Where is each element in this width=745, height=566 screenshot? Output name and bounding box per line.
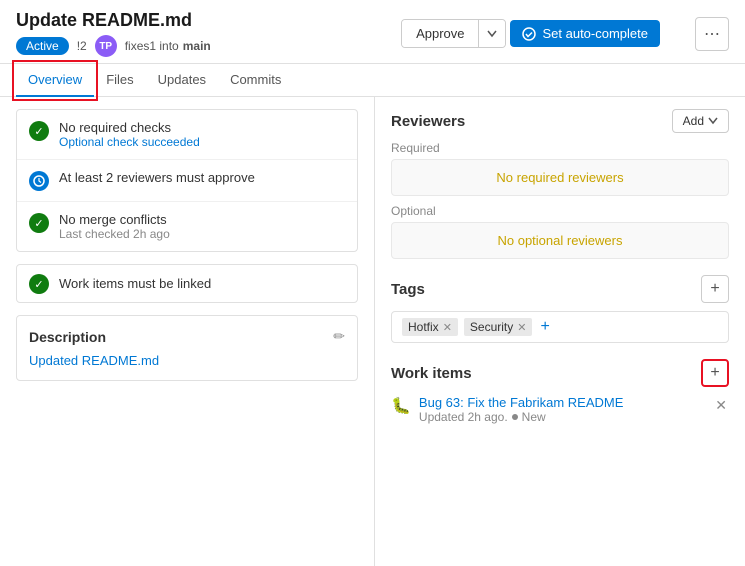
work-items-header: Work items + xyxy=(391,359,729,387)
header-actions: Approve Set auto-complete ⋯ xyxy=(401,17,729,51)
check-text: No required checks Optional check succee… xyxy=(59,120,200,149)
check-text: At least 2 reviewers must approve xyxy=(59,170,255,185)
tag-security-label: Security xyxy=(470,320,513,334)
chevron-down-icon xyxy=(673,30,683,38)
tag-inline-add-button[interactable]: + xyxy=(538,318,551,336)
autocomplete-icon xyxy=(522,27,536,41)
header-meta: Active !2 TP fixes1 into main xyxy=(16,35,211,57)
comment-count: !2 xyxy=(77,39,87,53)
check-main-text: No required checks xyxy=(59,120,200,135)
description-title: Description xyxy=(29,329,106,345)
status-badge: Active xyxy=(16,37,69,55)
chevron-down-icon xyxy=(708,117,718,125)
check-reviewers: At least 2 reviewers must approve xyxy=(17,160,357,202)
work-item-details: Bug 63: Fix the Fabrikam README Updated … xyxy=(419,395,623,424)
left-panel: ✓ No required checks Optional check succ… xyxy=(0,97,375,566)
fixes-text: fixes1 into main xyxy=(125,39,211,53)
optional-label: Optional xyxy=(391,204,729,218)
tags-title: Tags xyxy=(391,281,425,298)
check-work-items-linked: ✓ Work items must be linked xyxy=(16,264,358,303)
work-item-sub: Updated 2h ago. New xyxy=(419,410,623,424)
tabs-bar: Overview Files Updates Commits xyxy=(0,64,745,97)
page-header: Update README.md Active !2 TP fixes1 int… xyxy=(0,0,745,64)
tag-hotfix: Hotfix ✕ xyxy=(402,318,458,336)
check-text: No merge conflicts Last checked 2h ago xyxy=(59,212,170,241)
check-main-text: At least 2 reviewers must approve xyxy=(59,170,255,185)
work-item-info: 🐛 Bug 63: Fix the Fabrikam README Update… xyxy=(391,395,623,424)
approve-dropdown-button[interactable] xyxy=(479,20,505,47)
tag-security: Security ✕ xyxy=(464,318,533,336)
chevron-down-icon xyxy=(487,30,497,38)
description-card: Description ✏ Updated README.md xyxy=(16,315,358,381)
tab-updates[interactable]: Updates xyxy=(146,64,218,97)
autocomplete-button-group[interactable]: Set auto-complete xyxy=(510,20,660,47)
right-panel: Reviewers Add Required No required revie… xyxy=(375,97,745,566)
check-merge-conflicts: ✓ No merge conflicts Last checked 2h ago xyxy=(17,202,357,251)
description-content: Updated README.md xyxy=(29,353,345,368)
add-work-item-button[interactable]: + xyxy=(701,359,729,387)
work-item-remove-button[interactable]: ✕ xyxy=(713,395,729,416)
tags-container: Hotfix ✕ Security ✕ + xyxy=(391,311,729,343)
clock-icon xyxy=(33,175,45,187)
work-item-title: Bug 63: Fix the Fabrikam README xyxy=(419,395,623,410)
approve-button[interactable]: Approve xyxy=(402,20,479,47)
pending-icon xyxy=(29,171,49,191)
tab-commits[interactable]: Commits xyxy=(218,64,293,97)
status-dot xyxy=(512,414,518,420)
tag-hotfix-label: Hotfix xyxy=(408,320,439,334)
add-reviewer-button[interactable]: Add xyxy=(672,109,729,133)
header-left: Update README.md Active !2 TP fixes1 int… xyxy=(16,10,211,57)
optional-reviewers-empty: No optional reviewers xyxy=(391,222,729,259)
check-required-checks: ✓ No required checks Optional check succ… xyxy=(17,110,357,160)
required-reviewers-empty: No required reviewers xyxy=(391,159,729,196)
description-header: Description ✏ xyxy=(29,328,345,345)
check-sub-text: Optional check succeeded xyxy=(59,135,200,149)
bug-icon: 🐛 xyxy=(391,396,411,416)
work-item-row: 🐛 Bug 63: Fix the Fabrikam README Update… xyxy=(391,395,729,424)
tag-hotfix-remove[interactable]: ✕ xyxy=(443,321,452,334)
work-items-section: Work items + 🐛 Bug 63: Fix the Fabrikam … xyxy=(391,359,729,424)
check-linked-text: Work items must be linked xyxy=(59,276,211,291)
success-icon: ✓ xyxy=(29,121,49,141)
checks-card: ✓ No required checks Optional check succ… xyxy=(16,109,358,252)
required-label: Required xyxy=(391,141,729,155)
tag-security-remove[interactable]: ✕ xyxy=(517,321,526,334)
approve-button-group: Approve xyxy=(401,19,506,48)
tags-section: Tags + Hotfix ✕ Security ✕ + xyxy=(391,275,729,343)
reviewers-section: Reviewers Add Required No required revie… xyxy=(391,109,729,259)
autocomplete-main: Set auto-complete xyxy=(510,20,660,47)
reviewers-header: Reviewers Add xyxy=(391,109,729,133)
edit-description-icon[interactable]: ✏ xyxy=(333,328,345,345)
page-title: Update README.md xyxy=(16,10,211,31)
main-content: ✓ No required checks Optional check succ… xyxy=(0,97,745,566)
avatar: TP xyxy=(95,35,117,57)
check-sub-text: Last checked 2h ago xyxy=(59,227,170,241)
work-items-title: Work items xyxy=(391,365,472,382)
work-item-updated: Updated 2h ago. xyxy=(419,410,508,424)
check-main-text: No merge conflicts xyxy=(59,212,170,227)
tags-header: Tags + xyxy=(391,275,729,303)
more-options-button[interactable]: ⋯ xyxy=(695,17,729,51)
add-tag-button[interactable]: + xyxy=(701,275,729,303)
success-icon: ✓ xyxy=(29,213,49,233)
autocomplete-dropdown-button[interactable] xyxy=(664,20,691,47)
reviewers-title: Reviewers xyxy=(391,113,465,130)
success-icon: ✓ xyxy=(29,274,49,294)
tab-files[interactable]: Files xyxy=(94,64,145,97)
tab-overview[interactable]: Overview xyxy=(16,64,94,97)
work-item-status: New xyxy=(522,410,546,424)
